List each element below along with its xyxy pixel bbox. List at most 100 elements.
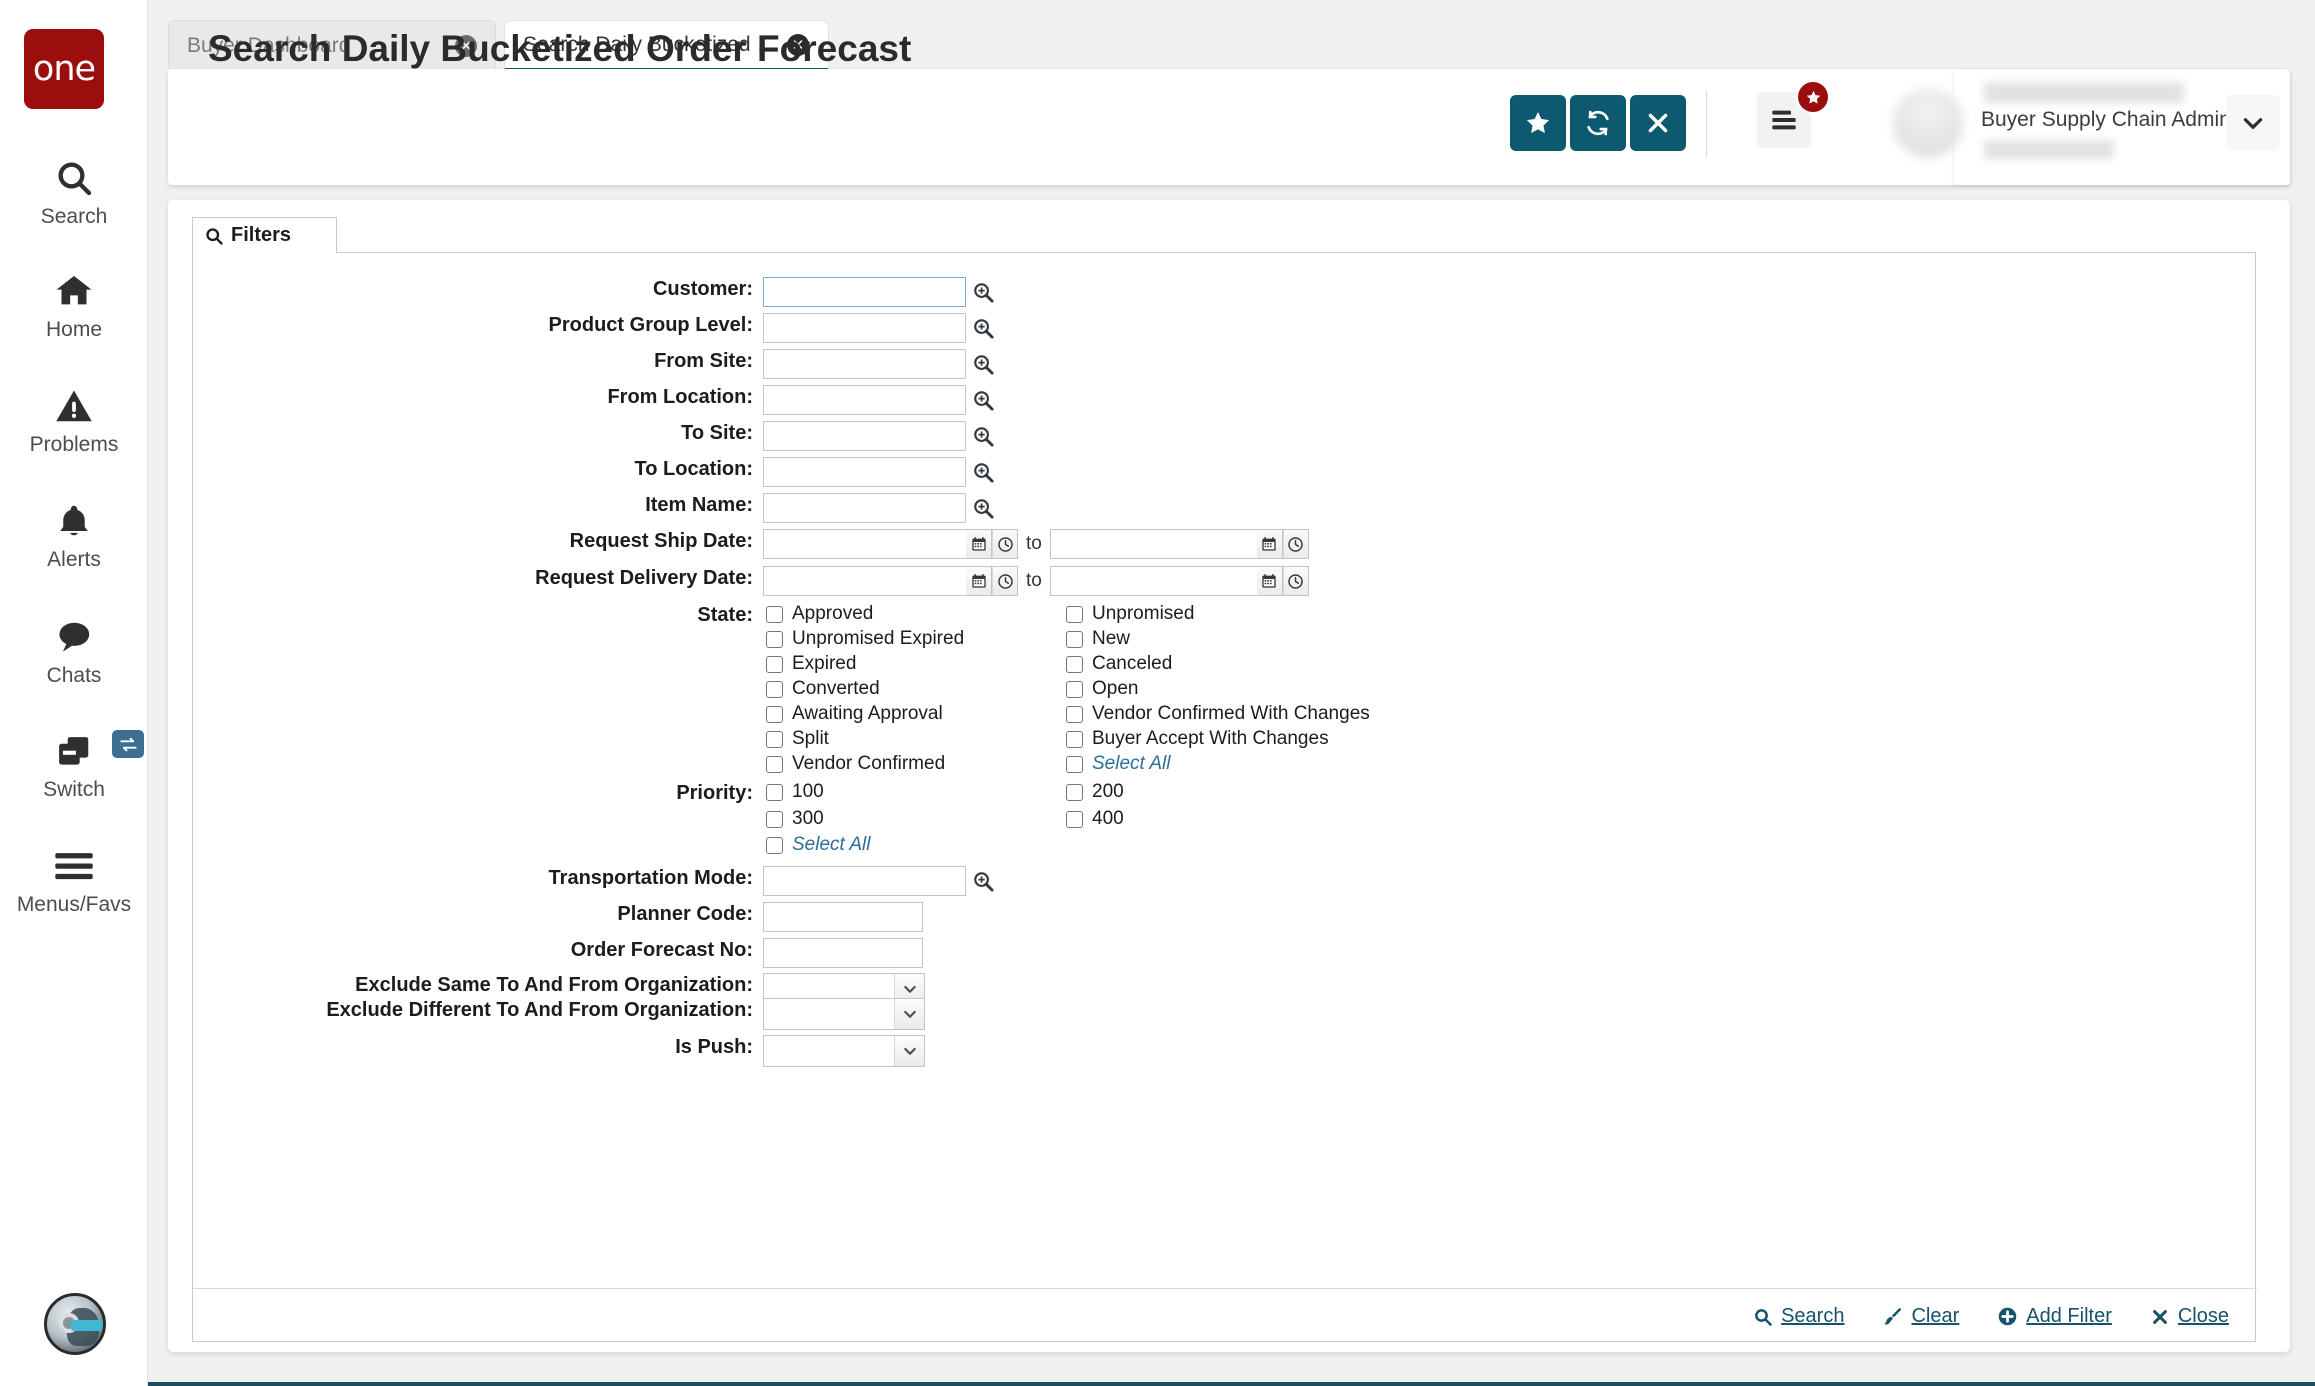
checkbox-state-canceled[interactable]: Canceled: [1066, 653, 1172, 675]
clock-icon[interactable]: [1283, 529, 1309, 559]
checkbox-state-converted[interactable]: Converted: [766, 678, 880, 700]
close-link[interactable]: Close: [2150, 1305, 2229, 1328]
field-label: Exclude Different To And From Organizati…: [326, 999, 753, 1022]
checkbox-state-unpromised-expired[interactable]: Unpromised Expired: [766, 628, 964, 650]
clear-link[interactable]: Clear: [1882, 1305, 1959, 1328]
checkbox-label[interactable]: Select All: [792, 834, 871, 856]
planner-code-input[interactable]: [763, 902, 923, 932]
clock-icon[interactable]: [992, 529, 1018, 559]
checkbox-box[interactable]: [1066, 731, 1083, 748]
calendar-icon[interactable]: [1257, 529, 1283, 559]
checkbox-state-awaiting-approval[interactable]: Awaiting Approval: [766, 703, 943, 725]
calendar-icon[interactable]: [966, 566, 992, 596]
checkbox-priority-100[interactable]: 100: [766, 781, 824, 803]
to-location-lookup-icon[interactable]: [972, 461, 995, 484]
request-ship-date-from-input[interactable]: [763, 529, 966, 559]
checkbox-box[interactable]: [766, 681, 783, 698]
checkbox-box[interactable]: [766, 706, 783, 723]
from-site-input[interactable]: [763, 349, 966, 379]
checkbox-box[interactable]: [1066, 606, 1083, 623]
rail-item-menus-favs[interactable]: Menus/Favs: [0, 843, 148, 917]
from-location-input[interactable]: [763, 385, 966, 415]
product-group-level-input[interactable]: [763, 313, 966, 343]
checkbox-state-approved[interactable]: Approved: [766, 603, 873, 625]
checkbox-state-expired[interactable]: Expired: [766, 653, 856, 675]
checkbox-state-new[interactable]: New: [1066, 628, 1130, 650]
clock-icon[interactable]: [992, 566, 1018, 596]
product-group-level-lookup-icon[interactable]: [972, 317, 995, 340]
checkbox-state-select-all[interactable]: Select All: [1066, 753, 1171, 775]
favorite-button[interactable]: [1510, 95, 1566, 151]
checkbox-state-vendor-confirmed[interactable]: Vendor Confirmed: [766, 753, 945, 775]
state-group-label: State:: [697, 604, 753, 627]
exclude-different-to-and-from-organization-select[interactable]: [763, 998, 925, 1030]
clock-icon[interactable]: [1283, 566, 1309, 596]
transportation-mode-lookup-icon[interactable]: [972, 870, 995, 893]
user-menu-button[interactable]: [2226, 95, 2280, 151]
field-row-exclude-different-org: Exclude Different To And From Organizati…: [193, 999, 753, 1022]
checkbox-box[interactable]: [766, 756, 783, 773]
checkbox-label[interactable]: Select All: [1092, 753, 1171, 775]
checkbox-box[interactable]: [766, 606, 783, 623]
order-forecast-no-input[interactable]: [763, 938, 923, 968]
checkbox-box[interactable]: [1066, 784, 1083, 801]
ai-assistant-avatar-icon[interactable]: [44, 1293, 106, 1355]
chevron-down-icon[interactable]: [894, 999, 924, 1029]
checkbox-box[interactable]: [1066, 811, 1083, 828]
checkbox-priority-200[interactable]: 200: [1066, 781, 1124, 803]
switch-toggle-badge-icon[interactable]: [112, 730, 144, 758]
checkbox-box[interactable]: [766, 631, 783, 648]
checkbox-state-open[interactable]: Open: [1066, 678, 1138, 700]
rail-item-problems[interactable]: Problems: [0, 383, 148, 457]
tab-filters[interactable]: Filters: [192, 217, 337, 253]
to-site-lookup-icon[interactable]: [972, 425, 995, 448]
app-logo[interactable]: one: [24, 29, 104, 109]
is-push-select[interactable]: [763, 1035, 925, 1067]
request-delivery-date-to-input[interactable]: [1050, 566, 1257, 596]
customer-lookup-icon[interactable]: [972, 281, 995, 304]
checkbox-box[interactable]: [1066, 756, 1083, 773]
checkbox-priority-300[interactable]: 300: [766, 808, 824, 830]
calendar-icon[interactable]: [966, 529, 992, 559]
checkbox-state-split[interactable]: Split: [766, 728, 829, 750]
checkbox-priority-select-all[interactable]: Select All: [766, 834, 871, 856]
rail-item-chats[interactable]: Chats: [0, 614, 148, 688]
user-secondary-redacted: [1984, 140, 2114, 159]
checkbox-state-vendor-confirmed-with-changes[interactable]: Vendor Confirmed With Changes: [1066, 703, 1370, 725]
to-location-input[interactable]: [763, 457, 966, 487]
checkbox-box[interactable]: [766, 837, 783, 854]
search-link[interactable]: Search: [1753, 1305, 1844, 1328]
checkbox-box[interactable]: [1066, 656, 1083, 673]
close-button[interactable]: [1630, 95, 1686, 151]
customer-input[interactable]: [763, 277, 966, 307]
rail-item-alerts[interactable]: Alerts: [0, 498, 148, 572]
rail-item-switch[interactable]: Switch: [0, 728, 148, 802]
field-row-product-group-level: Product Group Level:: [193, 314, 753, 337]
chevron-down-icon[interactable]: [894, 1036, 924, 1066]
request-delivery-date-from-input[interactable]: [763, 566, 966, 596]
item-name-input[interactable]: [763, 493, 966, 523]
filters-content-panel: Filters Customer: Product Group Level:: [168, 200, 2290, 1352]
item-name-lookup-icon[interactable]: [972, 497, 995, 520]
from-site-lookup-icon[interactable]: [972, 353, 995, 376]
rail-item-home[interactable]: Home: [0, 268, 148, 342]
checkbox-box[interactable]: [766, 731, 783, 748]
transportation-mode-input[interactable]: [763, 866, 966, 896]
field-row-is-push: Is Push:: [193, 1036, 753, 1059]
request-ship-date-to-input[interactable]: [1050, 529, 1257, 559]
checkbox-box[interactable]: [1066, 706, 1083, 723]
checkbox-state-unpromised[interactable]: Unpromised: [1066, 603, 1194, 625]
checkbox-box[interactable]: [766, 656, 783, 673]
from-location-lookup-icon[interactable]: [972, 389, 995, 412]
calendar-icon[interactable]: [1257, 566, 1283, 596]
checkbox-box[interactable]: [1066, 631, 1083, 648]
refresh-button[interactable]: [1570, 95, 1626, 151]
checkbox-box[interactable]: [766, 784, 783, 801]
add-filter-link[interactable]: Add Filter: [1997, 1305, 2112, 1328]
checkbox-box[interactable]: [1066, 681, 1083, 698]
rail-item-search[interactable]: Search: [0, 155, 148, 229]
to-site-input[interactable]: [763, 421, 966, 451]
checkbox-state-buyer-accept-with-changes[interactable]: Buyer Accept With Changes: [1066, 728, 1329, 750]
checkbox-box[interactable]: [766, 811, 783, 828]
checkbox-priority-400[interactable]: 400: [1066, 808, 1124, 830]
